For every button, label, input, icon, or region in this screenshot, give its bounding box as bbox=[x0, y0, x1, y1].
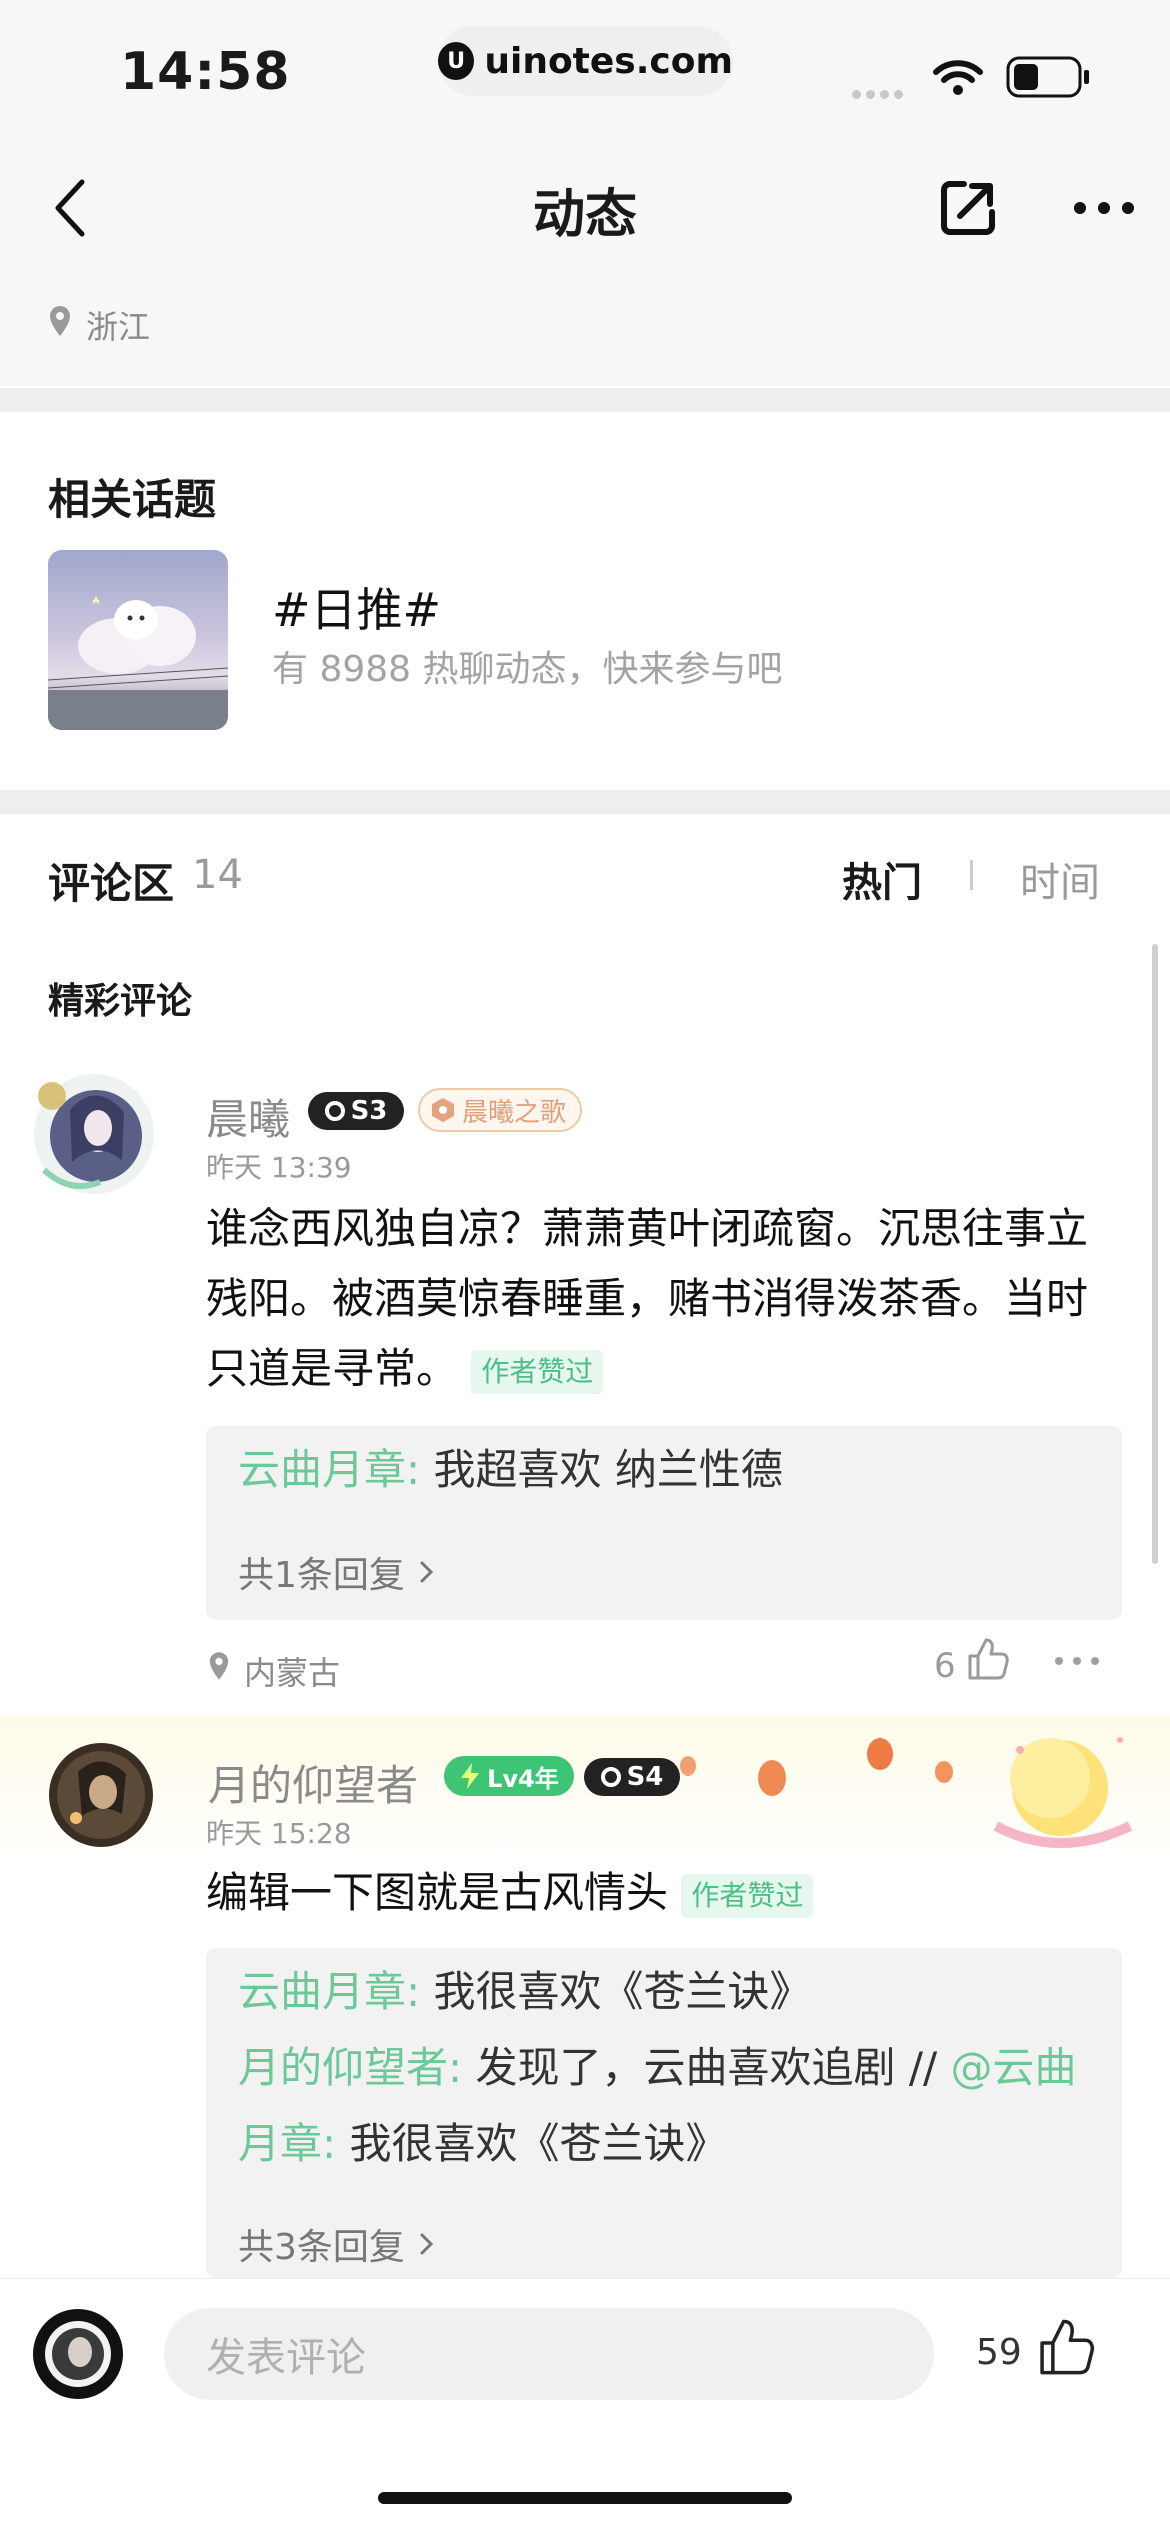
comment-input[interactable]: 发表评论 bbox=[164, 2308, 934, 2400]
topic-subtitle: 有 8988 热聊动态，快来参与吧 bbox=[272, 649, 783, 690]
reply-username[interactable]: 云曲月章: bbox=[238, 1445, 420, 1494]
topics-heading: 相关话题 bbox=[48, 475, 217, 524]
divider bbox=[0, 790, 1170, 814]
author-liked-badge: 作者赞过 bbox=[681, 1873, 814, 1918]
view-replies-link[interactable]: 共1条回复 bbox=[238, 1546, 437, 1598]
scrollbar[interactable] bbox=[1152, 944, 1158, 1564]
comment-username[interactable]: 月的仰望者 bbox=[208, 1752, 418, 1813]
sort-hot-tab[interactable]: 热门 bbox=[842, 850, 922, 908]
sort-separator bbox=[970, 860, 973, 890]
reply-text: 我超喜欢 纳兰性德 bbox=[433, 1445, 783, 1494]
reply-username[interactable]: 云曲月章: bbox=[238, 1967, 420, 2016]
post-like-count: 59 bbox=[976, 2332, 1022, 2373]
chevron-right-icon bbox=[420, 1561, 434, 1583]
fan-badge-icon bbox=[432, 1098, 454, 1122]
reply-total-label: 共1条回复 bbox=[238, 1555, 405, 1596]
comment-text-body: 谁念西风独自凉？萧萧黄叶闭疏窗。沉思往事立残阳。被酒莫惊春睡重，赌书消得泼茶香。… bbox=[206, 1204, 1089, 1393]
comment-avatar[interactable] bbox=[30, 1070, 158, 1198]
season-ring-icon bbox=[324, 1101, 345, 1121]
reply-item: 月的仰望者: 发现了，云曲喜欢追剧 // @云曲月章: 我很喜欢《苍兰诀》 bbox=[238, 2030, 1098, 2182]
comments-heading: 评论区 bbox=[48, 859, 175, 908]
url-pill[interactable]: U uinotes.com bbox=[438, 26, 733, 96]
season-badge-label: S3 bbox=[350, 1096, 388, 1126]
reply-preview-box[interactable]: 云曲月章: 我很喜欢《苍兰诀》 月的仰望者: 发现了，云曲喜欢追剧 // @云曲… bbox=[206, 1948, 1122, 2278]
author-liked-badge: 作者赞过 bbox=[471, 1349, 604, 1394]
reply-total-label: 共3条回复 bbox=[238, 2227, 405, 2268]
comments-count: 14 bbox=[192, 852, 243, 898]
comment-text: 谁念西风独自凉？萧萧黄叶闭疏窗。沉思往事立残阳。被酒莫惊春睡重，赌书消得泼茶香。… bbox=[206, 1194, 1106, 1404]
featured-comments-label: 精彩评论 bbox=[48, 981, 193, 1022]
reply-text: 我很喜欢《苍兰诀》 bbox=[433, 1967, 812, 2016]
comment-username[interactable]: 晨曦 bbox=[206, 1086, 290, 1147]
location-pin-icon bbox=[209, 1652, 229, 1680]
comment-text-body: 编辑一下图就是古风情头 bbox=[206, 1868, 669, 1917]
reply-preview-box[interactable]: 云曲月章: 我超喜欢 纳兰性德 共1条回复 bbox=[206, 1426, 1122, 1620]
lightning-icon bbox=[461, 1763, 480, 1789]
comment-like-count: 6 bbox=[934, 1646, 956, 1686]
comment-avatar[interactable] bbox=[48, 1742, 154, 1848]
fan-badge-label: 晨曦之歌 bbox=[462, 1097, 567, 1128]
comment-time: 昨天 15:28 bbox=[206, 1817, 352, 1850]
site-logo-icon: U bbox=[438, 42, 475, 80]
reply-item: 云曲月章: 我很喜欢《苍兰诀》 bbox=[238, 1954, 1098, 2030]
cellular-signal-icon bbox=[852, 84, 908, 103]
season-badge-label: S4 bbox=[626, 1762, 664, 1792]
season-badge: S3 bbox=[308, 1092, 404, 1130]
comment-time: 昨天 13:39 bbox=[206, 1151, 352, 1184]
url-text: uinotes.com bbox=[484, 40, 733, 82]
sort-time-tab[interactable]: 时间 bbox=[1020, 850, 1100, 908]
season-ring-icon bbox=[600, 1767, 621, 1787]
chevron-right-icon bbox=[420, 2233, 434, 2255]
comment-location: 内蒙古 bbox=[244, 1654, 341, 1692]
reply-text: 发现了，云曲喜欢追剧 // bbox=[475, 2043, 938, 2092]
post-location-bar bbox=[0, 274, 1170, 386]
season-badge: S4 bbox=[584, 1758, 680, 1796]
reply-item: 云曲月章: 我超喜欢 纳兰性德 bbox=[238, 1432, 783, 1508]
battery-icon bbox=[1006, 56, 1089, 98]
wifi-icon bbox=[933, 60, 983, 95]
fan-badge[interactable]: 晨曦之歌 bbox=[418, 1088, 583, 1132]
level-badge-label: Lv4年 bbox=[487, 1764, 559, 1793]
reply-mention-text: 我很喜欢《苍兰诀》 bbox=[349, 2119, 728, 2168]
home-indicator bbox=[378, 2492, 792, 2504]
more-options-icon[interactable] bbox=[1072, 196, 1136, 220]
post-location: 浙江 bbox=[86, 308, 151, 346]
comment-text: 编辑一下图就是古风情头 作者赞过 bbox=[206, 1858, 1106, 1928]
level-badge: Lv4年 bbox=[444, 1756, 574, 1796]
status-time: 14:58 bbox=[120, 42, 291, 102]
divider bbox=[0, 388, 1170, 412]
location-pin-icon bbox=[50, 306, 70, 336]
comment-input-placeholder: 发表评论 bbox=[206, 2335, 366, 2381]
my-avatar[interactable] bbox=[32, 2308, 124, 2400]
reply-username[interactable]: 月的仰望者: bbox=[238, 2043, 462, 2092]
lantern-decoration-icon bbox=[680, 1737, 1133, 1848]
topic-title[interactable]: #日推# bbox=[272, 574, 441, 640]
view-replies-link[interactable]: 共3条回复 bbox=[238, 2218, 437, 2270]
post-like-icon[interactable] bbox=[1034, 2316, 1096, 2378]
share-icon[interactable] bbox=[938, 178, 998, 238]
comment-more-icon[interactable] bbox=[1052, 1654, 1102, 1668]
thumbs-up-icon[interactable] bbox=[964, 1636, 1010, 1682]
topic-thumbnail[interactable] bbox=[48, 550, 228, 730]
